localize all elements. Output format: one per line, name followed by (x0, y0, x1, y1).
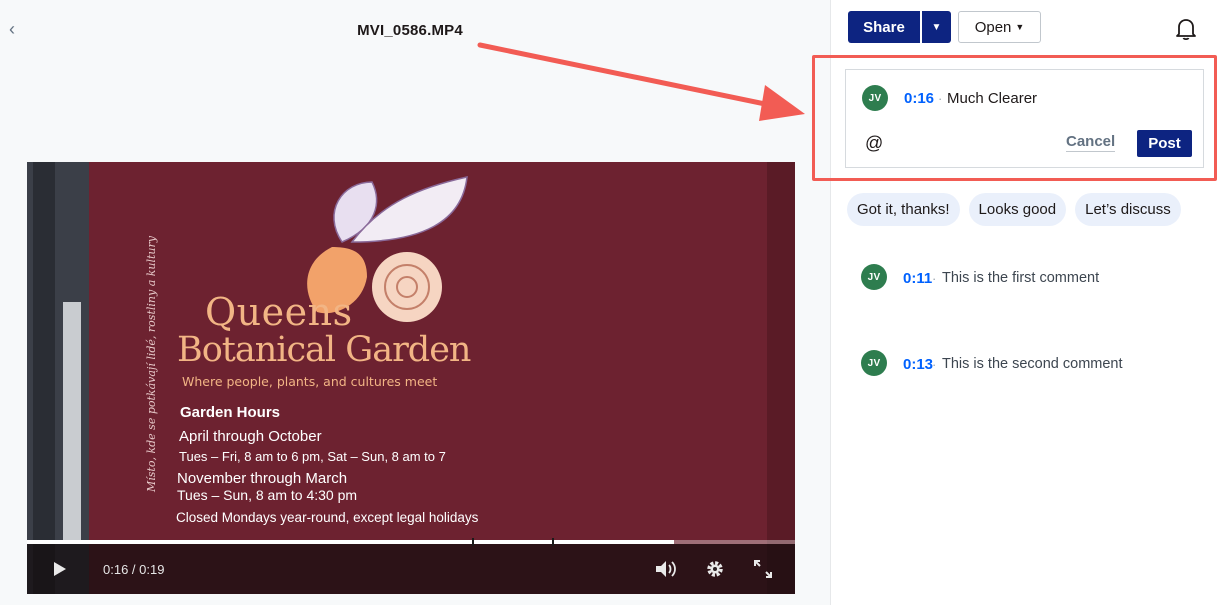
sign-closed: Closed Mondays year-round, except legal … (176, 510, 479, 525)
avatar: JV (861, 350, 887, 376)
fullscreen-icon[interactable] (754, 560, 772, 578)
open-button[interactable]: Open ▼ (958, 11, 1041, 43)
video-player[interactable]: Místo, kde se potkávají lidé, rostliny a… (27, 162, 795, 594)
sign-tagline: Where people, plants, and cultures meet (182, 374, 438, 389)
editor-timestamp[interactable]: 0:16 (904, 90, 934, 107)
share-button[interactable]: Share (848, 11, 920, 43)
settings-gear-icon[interactable] (705, 559, 725, 579)
open-button-label: Open (974, 18, 1012, 36)
comment-editor[interactable]: JV 0:16 · Much Clearer @ Cancel Post (845, 69, 1204, 168)
sign-title-line1: Queens (205, 290, 353, 334)
annotation-arrow (477, 42, 805, 121)
mention-button[interactable]: @ (865, 133, 883, 154)
comment-item[interactable]: JV 0:11 · This is the first comment (832, 264, 1217, 304)
separator-dot: · (932, 357, 937, 372)
comment-timestamp[interactable]: 0:11 (903, 270, 932, 287)
comment-item[interactable]: JV 0:13 · This is the second comment (832, 350, 1217, 390)
back-button[interactable]: ‹ (4, 18, 20, 40)
comment-marker[interactable] (471, 538, 474, 546)
comment-timestamp[interactable]: 0:13 (903, 356, 933, 373)
comment-text: This is the first comment (942, 270, 1100, 286)
quick-reply-chip[interactable]: Let’s discuss (1075, 193, 1181, 226)
sign-season2: November through March (177, 470, 348, 487)
quick-reply-chip[interactable]: Looks good (968, 193, 1067, 226)
volume-icon[interactable] (655, 560, 679, 578)
share-options-button[interactable]: ▼ (922, 11, 951, 43)
share-button-group: Share ▼ (848, 11, 951, 43)
quick-replies: Got it, thanks! Looks good Let’s discuss (847, 193, 1181, 226)
separator-dot: · (932, 271, 937, 286)
progress-bar[interactable] (27, 538, 795, 546)
svg-text:Místo, kde se potkávají lidé,: Místo, kde se potkávají lidé, rostliny a… (145, 235, 158, 493)
play-icon[interactable] (53, 561, 67, 577)
sign-season2-hours: Tues – Sun, 8 am to 4:30 pm (177, 487, 358, 503)
sign-season1: April through October (179, 428, 322, 445)
sign-title-line2: Botanical Garden (177, 330, 471, 370)
cancel-button[interactable]: Cancel (1066, 133, 1116, 152)
bell-icon[interactable] (1175, 17, 1197, 41)
comment-marker[interactable] (552, 538, 555, 546)
progress-fill (27, 540, 674, 544)
file-title: MVI_0586.MP4 (357, 22, 463, 39)
comment-text: This is the second comment (942, 356, 1123, 372)
sign-season1-hours: Tues – Fri, 8 am to 6 pm, Sat – Sun, 8 a… (179, 449, 446, 464)
caret-down-icon: ▼ (931, 21, 942, 33)
quick-reply-chip[interactable]: Got it, thanks! (847, 193, 960, 226)
caret-down-icon: ▼ (1015, 22, 1025, 32)
comment-input[interactable]: Much Clearer (947, 90, 1037, 107)
post-button[interactable]: Post (1137, 130, 1192, 157)
separator-dot: · (938, 91, 943, 106)
avatar: JV (861, 264, 887, 290)
video-controls: 0:16 / 0:19 (27, 538, 795, 594)
avatar: JV (862, 85, 888, 111)
sign-hours-heading: Garden Hours (180, 404, 281, 421)
chevron-left-icon: ‹ (9, 19, 15, 39)
time-display: 0:16 / 0:19 (103, 562, 165, 577)
